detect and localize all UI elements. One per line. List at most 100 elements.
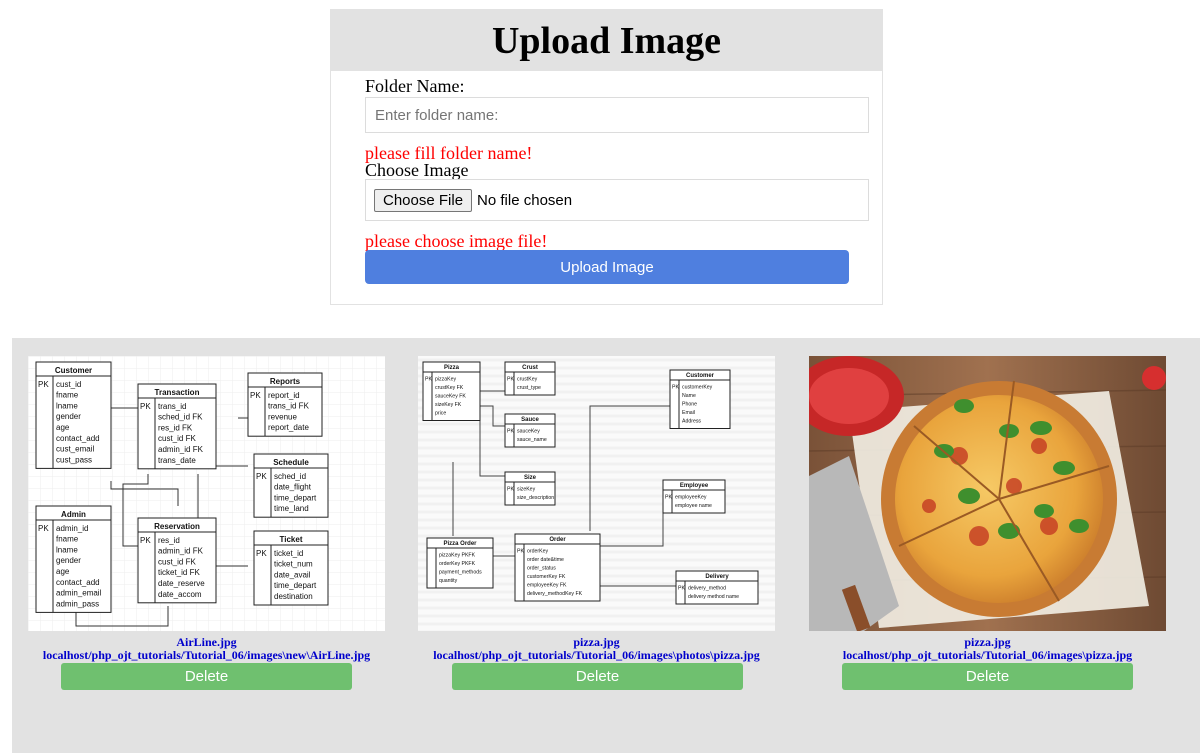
erd-entity-title: Crust (522, 365, 538, 371)
folder-name-input[interactable] (365, 97, 869, 133)
erd-field: Address (682, 419, 701, 425)
erd-field: revenue (268, 412, 297, 421)
erd-pk-label: PK (507, 487, 514, 493)
erd-entity-title: Transaction (155, 388, 200, 397)
erd-field: age (56, 423, 70, 432)
erd-entity: Schedule PK sched_id date_flighttime_depart… (253, 453, 329, 518)
erd-field: date_reserve (158, 579, 205, 588)
image-caption: pizza.jpg localhost/php_ojt_tutorials/Tu… (809, 636, 1166, 662)
erd-entity: Delivery PK delivery_method delivery method… (675, 570, 759, 605)
erd-entity: Sauce PK sauceKey sauce_name (504, 413, 556, 448)
image-caption: pizza.jpg localhost/php_ojt_tutorials/Tu… (418, 636, 775, 662)
erd-pk-label: PK (517, 549, 524, 555)
erd-pk-label: PK (672, 385, 679, 391)
erd-pk-label: PK (38, 380, 49, 389)
erd-field: admin_pass (56, 599, 99, 608)
erd-entity-title: Reservation (154, 522, 200, 531)
erd-field: pizzaKey (435, 377, 456, 383)
erd-field: sauce_name (517, 437, 547, 443)
erd-field: ticket_num (274, 560, 313, 569)
pizza-erd-image[interactable]: Pizza PK pizzaKey crustKey FK sauceKey FK siz… (418, 356, 775, 631)
erd-entity-title: Pizza (444, 365, 460, 371)
airline-erd-image[interactable]: CustomerPK cust_idfnamelnamegenderagecont… (28, 356, 385, 631)
erd-field: crust_type (517, 385, 541, 391)
erd-field: crustKey FK (435, 385, 464, 391)
erd-field: ticket_id FK (158, 568, 200, 577)
erd-field: employeeKey (675, 495, 707, 501)
erd-field: ticket_id (274, 549, 303, 558)
erd-field: cust_id FK (158, 434, 196, 443)
erd-field: customerKey FK (527, 574, 566, 580)
erd-field: price (435, 411, 446, 417)
erd-field: time_depart (274, 493, 317, 502)
erd-pk-label: PK (140, 536, 151, 545)
image-caption: AirLine.jpg localhost/php_ojt_tutorials/… (28, 636, 385, 662)
delete-button[interactable]: Delete (61, 663, 352, 690)
erd-field: delivery_methodKey FK (527, 591, 583, 597)
upload-image-button[interactable]: Upload Image (365, 250, 849, 284)
erd-field: admin_id FK (158, 547, 204, 556)
erd-entity-title: Ticket (280, 535, 303, 544)
erd-field: Email (682, 410, 695, 416)
erd-field: order_status (527, 566, 556, 572)
erd-field: delivery method name (688, 594, 739, 600)
erd-entity: Ticket PK ticket_id ticket_numdate_availtim… (253, 530, 329, 606)
erd-field: date_avail (274, 570, 311, 579)
file-status-text: No file chosen (477, 191, 573, 209)
erd-field: cust_id (56, 380, 81, 389)
erd-field: res_id (158, 536, 180, 545)
erd-field: fname (56, 535, 79, 544)
erd-entity: Customer PK customerKey Name Phone Email Addre… (669, 369, 731, 429)
erd-field: size_description (517, 495, 554, 501)
choose-file-button[interactable]: Choose File (374, 188, 473, 212)
erd-entity: Pizza Order pizzaKey PKFK orderKey PKFK pay… (426, 537, 494, 589)
erd-field: time_depart (274, 581, 317, 590)
erd-pk-label: PK (665, 495, 672, 501)
erd-entity: Reports PK report_id trans_id FKrevenue repo… (247, 372, 323, 437)
erd-pk-label: PK (38, 524, 49, 533)
erd-pk-label: PK (256, 549, 267, 558)
erd-field: sauceKey FK (435, 394, 466, 400)
erd-entity-title: Reports (270, 377, 301, 386)
folder-name-label: Folder Name: (365, 76, 465, 96)
erd-entity: Crust PK crustKey crust_type (504, 361, 556, 396)
erd-field: payment_methods (439, 570, 482, 576)
gallery-card: Pizza PK pizzaKey crustKey FK sauceKey FK siz… (418, 356, 775, 662)
erd-pk-label: PK (256, 472, 267, 481)
erd-field: admin_email (56, 589, 102, 598)
upload-form: Upload Image Folder Name: please fill fo… (330, 9, 883, 305)
erd-entity-title: Order (549, 537, 566, 543)
erd-entity: Employee PK employeeKey employee name (662, 479, 726, 514)
image-path: localhost/php_ojt_tutorials/Tutorial_06/… (42, 648, 371, 662)
image-path: localhost/php_ojt_tutorials/Tutorial_06/… (433, 648, 760, 662)
erd-field: report_date (268, 423, 309, 432)
delete-button[interactable]: Delete (842, 663, 1133, 690)
erd-field: age (56, 567, 70, 576)
gallery-card: Customer PK cust_id fname lname gender age cont… (28, 356, 385, 662)
erd-field: orderKey (527, 549, 548, 555)
erd-field: orderKey PKFK (439, 561, 476, 567)
erd-field: fname (56, 391, 79, 400)
erd-pk-label: PK (250, 391, 261, 400)
page-title: Upload Image (491, 19, 722, 62)
erd-field: order date&time (527, 557, 564, 563)
erd-entity-title: Employee (680, 483, 709, 489)
erd-field: sched_id FK (158, 413, 203, 422)
erd-entity-title: Customer (686, 373, 715, 379)
image-file-error: please choose image file! (365, 231, 548, 251)
erd-field: trans_id (158, 402, 186, 411)
erd-pk-label: PK (678, 586, 685, 592)
erd-field: time_land (274, 504, 309, 513)
erd-field: Phone (682, 402, 697, 408)
upload-header: Upload Image (331, 10, 882, 71)
erd-field: report_id (268, 391, 300, 400)
erd-field: pizzaKey PKFK (439, 553, 476, 559)
pizza-photo-image[interactable] (809, 356, 1166, 631)
delete-button[interactable]: Delete (452, 663, 743, 690)
erd-field: contact_add (56, 578, 100, 587)
erd-field: sizeKey (517, 487, 536, 493)
erd-pk-label: PK (507, 429, 514, 435)
erd-field: lname (56, 401, 78, 410)
erd-entity: Pizza PK pizzaKey crustKey FK sauceKey FK siz… (422, 361, 481, 421)
gallery-card: pizza.jpg localhost/php_ojt_tutorials/Tu… (809, 356, 1166, 662)
